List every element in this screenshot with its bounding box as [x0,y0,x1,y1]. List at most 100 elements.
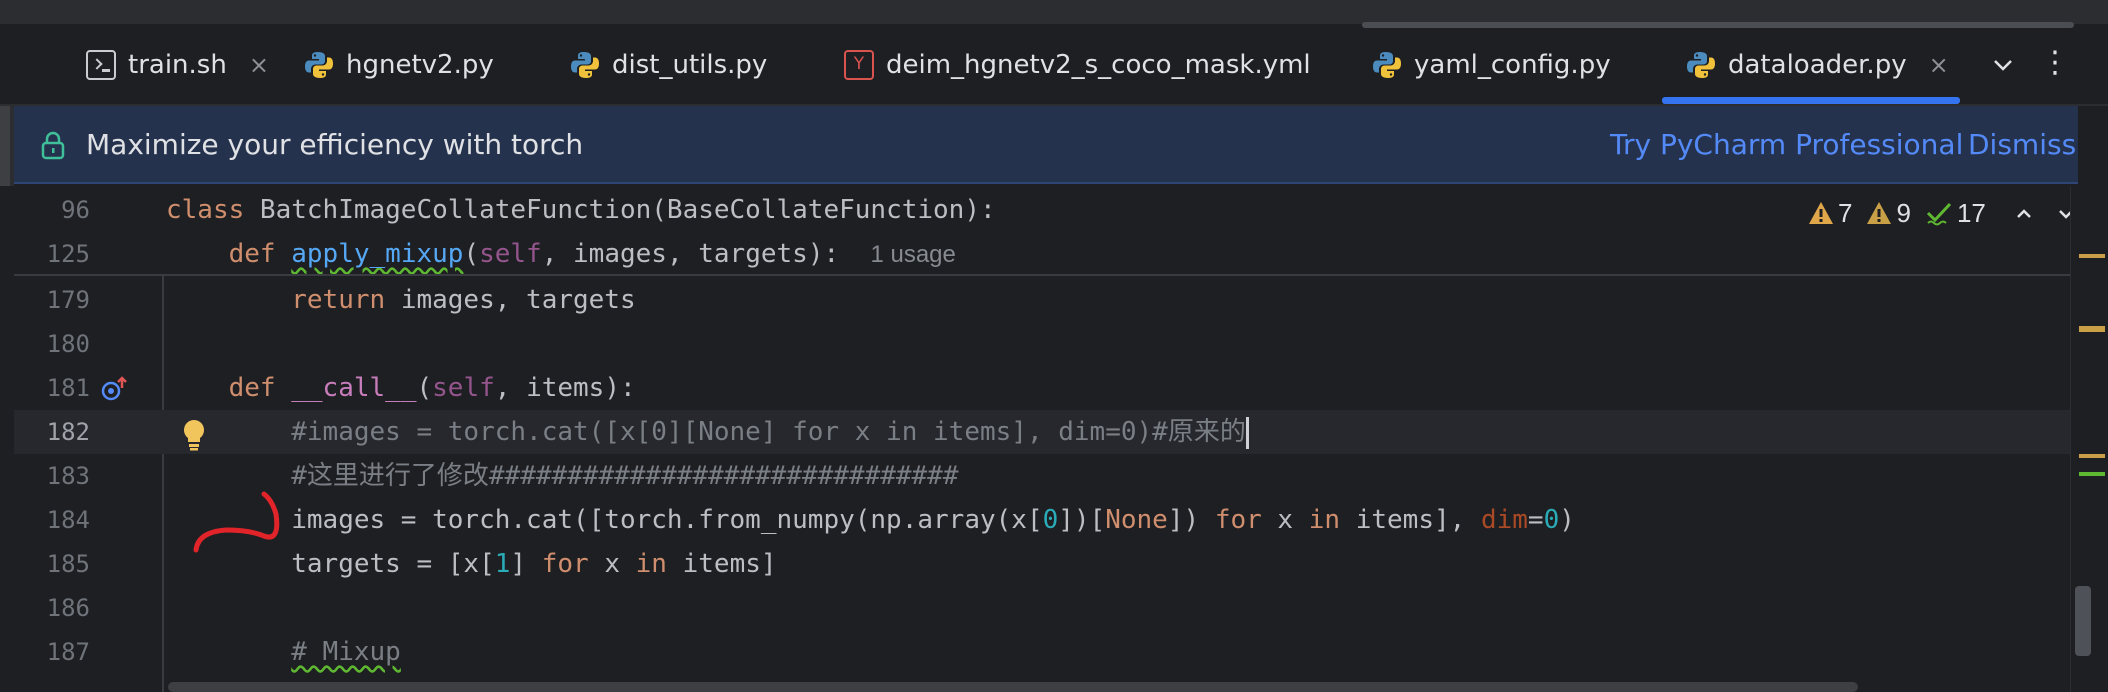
number-literal: 0 [1543,505,1560,535]
code-text: def __call__(self, items): [166,366,636,410]
line-number: 181 [46,374,90,402]
python-icon [1372,50,1402,80]
red-annotation-mark [180,490,300,560]
code-rest: images, targets [400,285,636,315]
sticky-line[interactable]: 125 def apply_mixup(self, images, target… [14,232,2070,276]
line-number: 185 [46,550,90,578]
chevron-down-icon[interactable] [1986,48,2020,82]
code-line[interactable]: 179 return images, targets [14,278,2070,322]
editor-tab-bar: train.sh × hgnetv2.py dist_utils.py Y de… [0,0,2108,106]
try-pycharm-professional-link[interactable]: Try PyCharm Professional [1610,128,1963,161]
function-name: __call__ [291,373,417,403]
code-part: items] [666,549,777,579]
override-gutter-icon[interactable] [100,374,130,404]
code-text: #images = torch.cat([x[0][None] for x in… [166,410,1249,454]
tab-label: yaml_config.py [1414,50,1611,80]
horizontal-scrollbar[interactable] [168,682,1858,692]
ok-marker[interactable] [2079,472,2105,476]
ok-count[interactable]: 17 [1925,198,1986,229]
code-line[interactable]: 185 targets = [x[1] for x in items] [14,542,2070,586]
code-line-current[interactable]: 182 #images = torch.cat([x[0][None] for … [14,410,2070,454]
promo-banner: Maximize your efficiency with torch Try … [14,106,2078,184]
code-line[interactable]: 183 #这里进行了修改############################… [14,454,2070,498]
tab-yaml-config-py[interactable]: yaml_config.py [1372,36,1611,94]
more-options-icon[interactable]: ⋮ [2040,48,2070,82]
warning-marker[interactable] [2079,454,2105,458]
self-keyword: self [479,239,542,269]
warning-marker[interactable] [2079,326,2105,332]
code-text: return images, targets [166,278,636,322]
error-count[interactable]: 7 [1808,198,1852,229]
error-count-value: 7 [1838,197,1853,228]
warning-count[interactable]: 9 [1866,198,1911,229]
sticky-line[interactable]: 96 class BatchImageCollateFunction(BaseC… [14,188,2070,232]
self-keyword: self [432,373,495,403]
keyword: for [541,549,589,579]
code-rest: , images, targets): [541,239,840,269]
line-number: 184 [46,506,90,534]
code-line[interactable]: 184 images = torch.cat([torch.from_numpy… [14,498,2070,542]
code-rest: , items): [494,373,636,403]
code-part: x [1261,505,1309,535]
text-caret [1245,416,1249,449]
lightbulb-icon[interactable] [180,418,208,452]
code-line[interactable]: 187 # Mixup [14,630,2070,674]
tab-label: train.sh [128,50,227,80]
warning-marker[interactable] [2079,254,2105,258]
code-part: ])[ [1058,505,1106,535]
tab-train-sh[interactable]: train.sh × [86,36,269,94]
checkmark-icon [1926,202,1952,226]
python-icon [570,50,600,80]
keyword: in [1308,505,1341,535]
keyword: class [166,195,260,225]
close-icon[interactable]: × [1929,51,1949,79]
keyword: def [228,373,292,403]
close-icon[interactable]: × [249,51,269,79]
tab-dist-utils-py[interactable]: dist_utils.py [570,36,767,94]
usage-hint[interactable]: 1 usage [870,241,955,268]
tab-label: hgnetv2.py [346,50,494,80]
warning-triangle-icon [1867,202,1892,224]
scrollbar-thumb[interactable] [2075,586,2091,656]
comment: # Mixup [291,637,401,667]
dismiss-link[interactable]: Dismiss [1968,128,2076,161]
line-number: 179 [46,286,90,314]
code-part: = [1527,505,1544,535]
terminal-icon [86,50,116,80]
code-rest: (BaseCollateFunction): [651,195,996,225]
line-number: 183 [46,462,90,490]
top-scroll-indicator [1362,22,2074,28]
banner-message: Maximize your efficiency with torch [86,128,584,161]
code-text: class BatchImageCollateFunction(BaseColl… [166,188,996,232]
code-text: def apply_mixup(self, images, targets): … [166,232,956,277]
number-literal: 0 [1042,505,1059,535]
python-icon [1686,50,1716,80]
tab-dataloader-py[interactable]: dataloader.py × [1686,36,1949,94]
code-line[interactable]: 181 def __call__(self, items): [14,366,2070,410]
code-part: images = torch.cat([torch.from_numpy(np.… [291,505,1043,535]
chevron-up-icon[interactable] [2010,200,2038,228]
code-part: ) [1559,505,1575,535]
function-name: apply_mixup [291,239,464,269]
code-line[interactable]: 180 [14,322,2070,366]
inspection-widget[interactable]: 7 9 17 [1808,196,2000,230]
error-triangle-icon [1809,202,1833,224]
named-param: dim [1480,505,1528,535]
tab-deim-yml[interactable]: Y deim_hgnetv2_s_coco_mask.yml [844,36,1311,94]
keyword: for [1214,505,1262,535]
paren: ( [416,373,433,403]
line-number: 125 [46,240,90,268]
code-line[interactable]: 186 [14,586,2070,630]
line-number: 186 [46,594,90,622]
code-part: x [588,549,636,579]
tab-hgnetv2-py[interactable]: hgnetv2.py [304,36,494,94]
keyword: in [635,549,667,579]
code-part: ]) [1167,505,1215,535]
vertical-scrollbar[interactable] [2070,186,2108,692]
tab-label: dataloader.py [1728,50,1907,80]
